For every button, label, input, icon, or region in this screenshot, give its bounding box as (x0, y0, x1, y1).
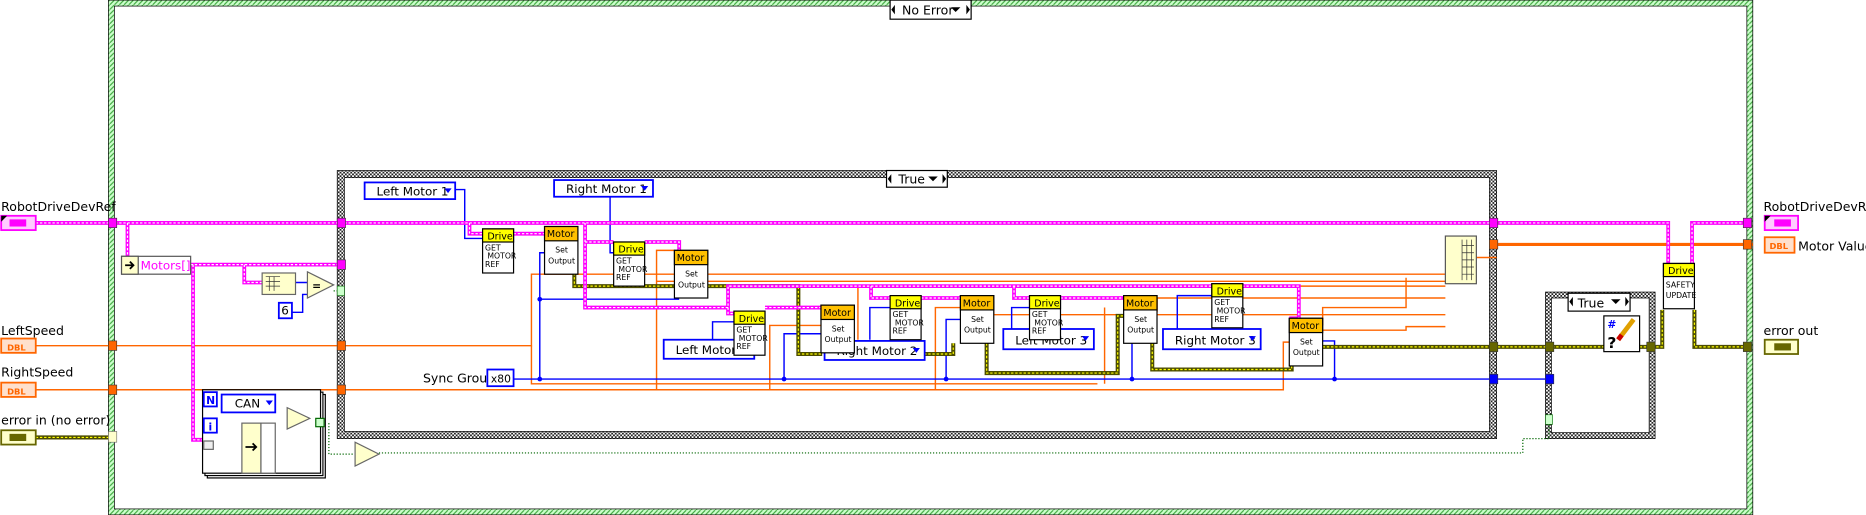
enum-value: Right Motor 3 (1175, 333, 1256, 347)
node-text: REF (892, 327, 907, 336)
node-title: Motor (963, 298, 991, 309)
outer-case-label: No Error (902, 2, 954, 17)
constant-six-value: 6 (281, 304, 289, 318)
motor-set-output-node[interactable]: Motor SetOutput (543, 225, 579, 275)
left-speed-input[interactable]: LeftSpeed DBL (0, 323, 64, 354)
motor-values-label: Motor Values (1798, 238, 1866, 253)
motor-values-output[interactable]: DBL Motor Values (1763, 236, 1866, 254)
drive-get-motor-ref-node[interactable]: DriveGETMOTORREF (613, 241, 648, 287)
node-title: Drive (739, 314, 765, 325)
drive-get-motor-ref-node[interactable]: DriveGETMOTORREF (1028, 295, 1064, 341)
can-enum-value: CAN (235, 397, 260, 411)
node-title: Motor (677, 253, 705, 264)
auto-index-output-tunnel (315, 417, 325, 428)
inner-case-selector[interactable]: True (885, 169, 948, 188)
node-text: Set (555, 246, 568, 255)
robot-drive-ref-label: RobotDriveDevRef (1, 199, 116, 214)
equal-icon: = (312, 280, 321, 293)
drive-get-motor-ref-node[interactable]: DriveGETMOTORREF (889, 295, 924, 341)
small-case-structure[interactable] (1545, 291, 1656, 439)
enum-right-motor-1[interactable]: Right Motor 1 (553, 179, 654, 198)
for-loop[interactable]: N i CAN (201, 389, 326, 479)
clear-errors-node[interactable]: # ? (1603, 315, 1641, 353)
node-title: Motor (547, 229, 575, 240)
drive-get-motor-ref-node[interactable]: DriveGETMOTORREF (733, 310, 768, 356)
motors-unbundle-label: Motors[] (141, 258, 191, 272)
node-text: Output (1127, 326, 1154, 335)
right-speed-input[interactable]: RightSpeed DBL (0, 365, 73, 398)
node-text: REF (616, 273, 631, 282)
node-title: Motor (1292, 321, 1320, 332)
enum-value: Left Motor 1 (377, 185, 449, 199)
error-out-output[interactable]: error out (1764, 323, 1819, 355)
motor-set-output-node[interactable]: Motor Set Output (959, 295, 995, 344)
sync-group-value: x80 (491, 373, 511, 386)
dbl-type-label: DBL (1769, 241, 1788, 251)
node-text: Set (1300, 337, 1313, 346)
dbl-type-label: DBL (7, 387, 26, 397)
array-size-node[interactable] (261, 272, 297, 296)
motor-set-output-node[interactable]: Motor SetOutput (673, 249, 709, 299)
block-diagram: No Error True True RobotDriveDevRef Left… (0, 0, 1866, 515)
error-out-label: error out (1764, 323, 1819, 338)
error-in-input[interactable]: error in (no error) (0, 412, 110, 446)
node-title: Drive (1668, 266, 1694, 277)
question-icon: ? (1607, 334, 1616, 352)
sync-group-label: Sync Group (423, 371, 495, 386)
node-text: Output (678, 280, 705, 289)
enum-value: Right Motor 1 (566, 182, 647, 196)
left-speed-label: LeftSpeed (1, 323, 64, 338)
robot-drive-ref-out-label: RobotDriveDevRef (1764, 199, 1866, 214)
node-text: REF (485, 260, 500, 269)
node-text: REF (1214, 315, 1229, 324)
node-text: Output (825, 335, 852, 344)
motors-unbundle-node[interactable]: Motors[] (120, 255, 192, 275)
constant-six[interactable]: 6 (277, 301, 293, 320)
drive-get-motor-ref-node[interactable]: DriveGETMOTORREF (481, 228, 517, 274)
node-title: Drive (487, 232, 513, 243)
node-text: UPDATE (1666, 291, 1697, 300)
node-text: Output (1293, 348, 1320, 357)
node-title: Motor (823, 308, 851, 319)
enum-right-motor-3[interactable]: Right Motor 3 (1162, 328, 1262, 351)
inner-case-label: True (897, 172, 925, 187)
node-text: REF (736, 342, 751, 351)
enum-left-motor-1[interactable]: Left Motor 1 (363, 181, 457, 201)
robot-drive-ref-input[interactable]: RobotDriveDevRef (0, 199, 116, 231)
error-in-label: error in (no error) (1, 412, 110, 427)
drive-get-motor-ref-node[interactable]: DriveGETMOTORREF (1211, 283, 1246, 329)
motor-set-output-node[interactable]: Motor Set Output (1123, 295, 1158, 344)
right-speed-label: RightSpeed (1, 365, 73, 380)
node-title: Motor (1126, 298, 1154, 309)
auto-index-tunnel (203, 440, 214, 450)
node-title: Drive (1034, 298, 1060, 309)
drive-safety-update-node[interactable]: Drive SAFETY UPDATE (1662, 262, 1697, 310)
node-text: SAFETY (1666, 280, 1695, 289)
small-case-selector[interactable]: True (1567, 292, 1631, 312)
node-text: REF (1032, 327, 1047, 336)
node-text: Output (548, 256, 575, 265)
node-title: Drive (895, 298, 921, 309)
node-text: Set (1134, 315, 1147, 324)
small-case-label: True (1577, 296, 1605, 311)
motor-set-output-node[interactable]: Motor Set Output (1288, 317, 1324, 367)
hash-icon: # (1607, 318, 1616, 331)
node-text: Set (971, 315, 984, 324)
node-text: Set (832, 324, 845, 333)
node-text: Set (685, 270, 698, 279)
build-array-node[interactable] (1444, 235, 1477, 285)
loop-count-label: N (206, 394, 215, 407)
unbundle-node[interactable] (241, 422, 262, 474)
node-title: Drive (618, 245, 644, 256)
node-text: Output (964, 326, 991, 335)
robot-drive-ref-output[interactable]: RobotDriveDevRef (1764, 199, 1866, 231)
motor-set-output-node[interactable]: Motor Set Output (820, 304, 855, 354)
array-icon (1461, 239, 1474, 281)
loop-iteration-label: i (209, 420, 213, 433)
outer-case-selector[interactable]: No Error (889, 0, 972, 20)
dbl-type-label: DBL (7, 342, 26, 352)
sync-group-constant[interactable]: x80 (486, 368, 515, 388)
node-title: Drive (1217, 286, 1243, 297)
